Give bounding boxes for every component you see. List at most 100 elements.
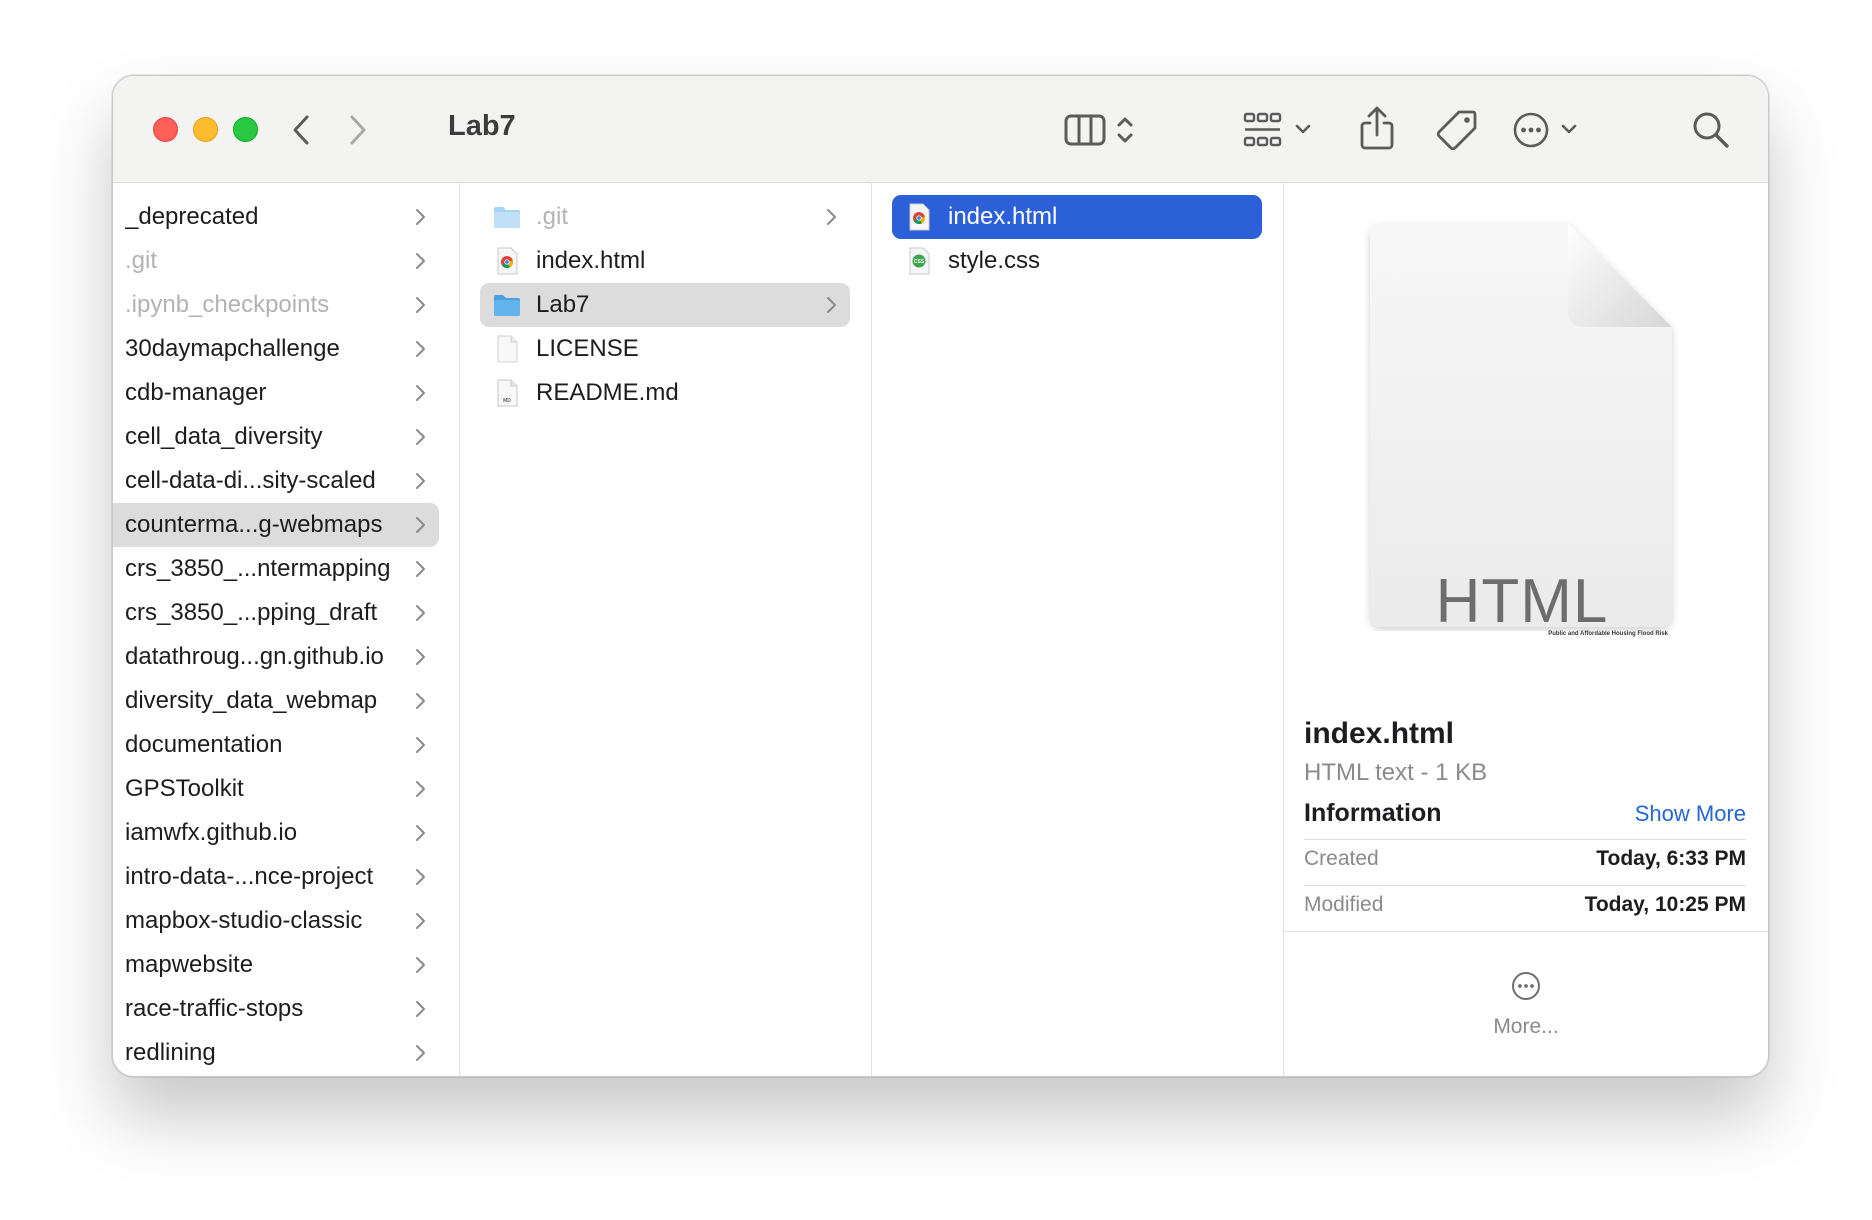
file-row[interactable]: index.html — [892, 195, 1262, 239]
more-label[interactable]: More... — [1284, 1015, 1768, 1039]
zoom-button[interactable] — [233, 117, 258, 142]
chevron-right-icon — [416, 913, 425, 929]
folder-name: race-traffic-stops — [125, 995, 304, 1022]
file-row[interactable]: MD README.md — [480, 371, 850, 415]
folder-name: documentation — [125, 731, 283, 758]
back-button[interactable] — [281, 110, 321, 150]
folder-row[interactable]: cdb-manager — [113, 371, 439, 415]
folder-row[interactable]: mapwebsite — [113, 943, 439, 987]
folder-name: .git — [125, 247, 158, 274]
folder-name: cdb-manager — [125, 379, 267, 406]
preview-pane: HTML Public and Affordable Housing Flood… — [1284, 183, 1768, 1076]
chevron-right-icon — [409, 1042, 431, 1064]
folder-name: crs_3850_...ntermapping — [125, 555, 391, 582]
forward-button[interactable] — [338, 110, 378, 150]
minimize-button[interactable] — [193, 117, 218, 142]
ellipsis-circle-icon — [1513, 112, 1577, 148]
folder-row[interactable]: race-traffic-stops — [113, 987, 439, 1031]
chevron-right-icon — [416, 517, 425, 533]
show-more-link[interactable]: Show More — [1635, 801, 1746, 827]
folder-row[interactable]: documentation — [113, 723, 439, 767]
chevron-right-icon — [416, 1045, 425, 1061]
file-row[interactable]: index.html — [480, 239, 850, 283]
chevron-right-icon — [416, 957, 425, 973]
chevron-right-icon — [416, 473, 425, 489]
folder-row[interactable]: crs_3850_...ntermapping — [113, 547, 439, 591]
folder-row[interactable]: 30daymapchallenge — [113, 327, 439, 371]
folder-row[interactable]: iamwfx.github.io — [113, 811, 439, 855]
chevron-right-icon — [416, 869, 425, 885]
folder-name: redlining — [125, 1039, 216, 1066]
folder-row[interactable]: _deprecated — [113, 195, 439, 239]
chevron-right-icon — [416, 561, 425, 577]
folder-row[interactable]: datathroug...gn.github.io — [113, 635, 439, 679]
chevron-right-icon — [409, 778, 431, 800]
columns-icon — [1064, 114, 1133, 146]
tag-button[interactable] — [1433, 106, 1481, 154]
folder-row[interactable]: counterma...g-webmaps — [113, 503, 439, 547]
view-mode-button[interactable] — [1063, 106, 1151, 154]
chevron-right-icon — [409, 734, 431, 756]
folder-row[interactable]: Lab7 — [480, 283, 850, 327]
folder-name: _deprecated — [125, 203, 259, 230]
column-parent-folders: _deprecated .git .ipynb_checkpoints 30dayma… — [113, 183, 460, 1076]
folder-icon — [494, 295, 520, 316]
chevron-left-icon — [293, 115, 309, 145]
file-row[interactable]: LICENSE — [480, 327, 850, 371]
folder-name: 30daymapchallenge — [125, 335, 340, 362]
svg-text:MD: MD — [503, 398, 511, 404]
chevron-right-icon — [820, 206, 842, 228]
share-button[interactable] — [1357, 102, 1397, 154]
chevron-right-icon — [416, 781, 425, 797]
search-button[interactable] — [1687, 106, 1735, 154]
chevron-right-icon — [409, 954, 431, 976]
more-button[interactable] — [1284, 971, 1768, 1001]
folder-row[interactable]: .git — [480, 195, 850, 239]
column-project-folder: .git index.html Lab7 LICENSE MD README.md — [460, 183, 872, 1076]
chevron-right-icon — [409, 250, 431, 272]
file-icon: CSS — [904, 246, 934, 276]
folder-row[interactable]: GPSToolkit — [113, 767, 439, 811]
folder-row[interactable]: diversity_data_webmap — [113, 679, 439, 723]
chrome-html-icon — [909, 203, 930, 231]
chevron-right-icon — [409, 470, 431, 492]
file-icon: MD — [492, 378, 522, 408]
folder-row[interactable]: intro-data-...nce-project — [113, 855, 439, 899]
divider — [1304, 885, 1746, 886]
preview-file-name: index.html — [1304, 717, 1455, 750]
folder-row[interactable]: cell_data_diversity — [113, 415, 439, 459]
folder-row[interactable]: redlining — [113, 1031, 439, 1075]
folder-row[interactable]: mapbox-studio-classic — [113, 899, 439, 943]
folder-row[interactable]: cell-data-di...sity-scaled — [113, 459, 439, 503]
folder-row[interactable]: .git — [113, 239, 439, 283]
chevron-right-icon — [409, 602, 431, 624]
chevron-right-icon — [409, 338, 431, 360]
folder-row[interactable]: .ipynb_checkpoints — [113, 283, 439, 327]
chevron-right-icon — [409, 646, 431, 668]
file-row[interactable]: CSS style.css — [892, 239, 1262, 283]
chevron-right-icon — [409, 910, 431, 932]
preview-file-kind: HTML text - 1 KB — [1304, 759, 1488, 786]
file-name: index.html — [948, 203, 1058, 230]
chevron-right-icon — [416, 649, 425, 665]
group-button[interactable] — [1241, 106, 1317, 154]
close-button[interactable] — [153, 117, 178, 142]
folder-row[interactable]: crs_3850_...pping_draft — [113, 591, 439, 635]
folder-icon — [492, 290, 522, 320]
chevron-right-icon — [409, 206, 431, 228]
modified-value: Today, 10:25 PM — [1584, 893, 1746, 916]
chevron-right-icon — [409, 426, 431, 448]
folder-name: cell_data_diversity — [125, 423, 323, 450]
item-name: LICENSE — [536, 335, 639, 362]
folder-name: intro-data-...nce-project — [125, 863, 374, 890]
chevron-right-icon — [416, 825, 425, 841]
finder-window: Lab7 _deprecated .git .ipynb_checkpoints… — [112, 75, 1769, 1077]
folder-name: iamwfx.github.io — [125, 819, 298, 846]
chevron-right-icon — [416, 605, 425, 621]
folder-name: crs_3850_...pping_draft — [125, 599, 378, 626]
created-label: Created — [1304, 847, 1379, 870]
toolbar: Lab7 — [113, 76, 1768, 183]
folder-name: GPSToolkit — [125, 775, 244, 802]
action-button[interactable] — [1511, 106, 1587, 154]
chevron-right-icon — [409, 294, 431, 316]
